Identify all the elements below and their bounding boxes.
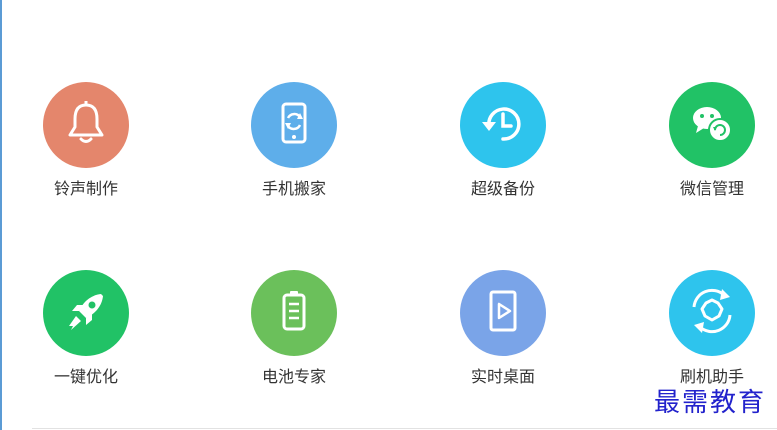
tool-phone-transfer[interactable]: 手机搬家 [224,82,364,200]
tool-circle [43,270,129,356]
tool-label: 电池专家 [261,367,326,386]
watermark-text: 最需教育 [654,388,767,418]
flash-helper-icon [684,283,740,343]
tool-label: 实时桌面 [470,367,535,386]
tool-label: 铃声制作 [53,179,118,198]
tool-one-click-optimize[interactable]: 一键优化 [16,270,156,388]
tool-label: 手机搬家 [261,179,326,198]
tool-super-backup[interactable]: 超级备份 [433,82,573,200]
tool-circle [251,270,337,356]
tool-label: 一键优化 [53,367,118,386]
tool-circle [251,82,337,168]
tool-flash-helper[interactable]: 刷机助手 [642,270,777,388]
tool-battery-expert[interactable]: 电池专家 [224,270,364,388]
tool-circle [460,270,546,356]
tool-circle [460,82,546,168]
live-desktop-icon [478,286,528,340]
rocket-icon [61,286,111,340]
tool-circle [669,82,755,168]
left-border [0,0,2,430]
phone-transfer-icon [269,98,319,152]
tool-live-desktop[interactable]: 实时桌面 [433,270,573,388]
tool-label: 超级备份 [470,179,535,198]
wechat-icon [687,98,737,152]
backup-clock-icon [478,98,528,152]
tool-circle [669,270,755,356]
tool-circle [43,82,129,168]
tool-ringtone-maker[interactable]: 铃声制作 [16,82,156,200]
tool-label: 微信管理 [679,179,744,198]
battery-icon [269,286,319,340]
tool-wechat-manager[interactable]: 微信管理 [642,82,777,200]
bell-icon [61,98,111,152]
bottom-divider [32,428,777,429]
